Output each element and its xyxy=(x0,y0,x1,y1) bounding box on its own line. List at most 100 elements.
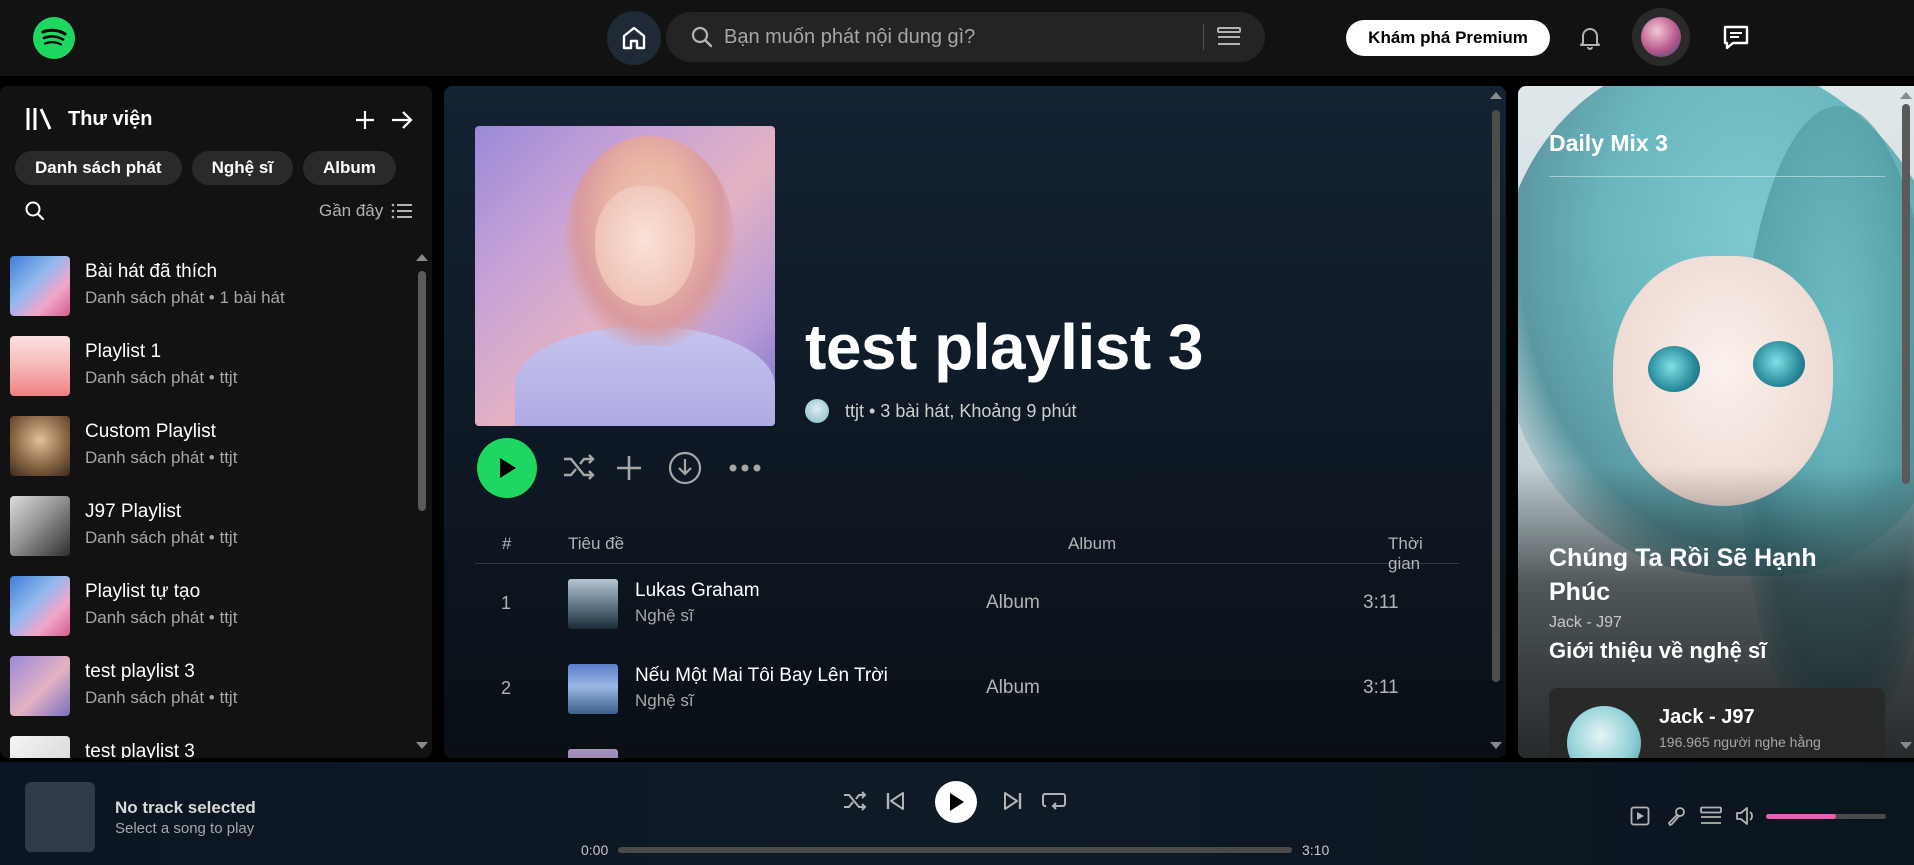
scroll-down-arrow[interactable] xyxy=(416,742,428,749)
track-artist[interactable]: Nghệ sĩ xyxy=(635,691,694,711)
library-item-name: Bài hát đã thích xyxy=(85,261,218,282)
playlist-view: test playlist 3 ttjt • 3 bài hát, Khoảng… xyxy=(444,86,1506,758)
track-artist[interactable]: Nghệ sĩ xyxy=(635,606,694,626)
time-total: 3:10 xyxy=(1302,842,1330,858)
track-album[interactable]: Album xyxy=(986,592,1040,614)
library-item-name: J97 Playlist xyxy=(85,501,182,522)
track-album[interactable]: Album xyxy=(986,677,1040,699)
library-item[interactable]: Custom Playlist Danh sách phát • ttjt xyxy=(10,416,410,496)
library-item[interactable]: test playlist 3 xyxy=(10,736,410,758)
app-window: Khám phá Premium Thư viện xyxy=(0,0,1914,865)
previous-icon[interactable] xyxy=(884,790,906,812)
panel-title[interactable]: Daily Mix 3 xyxy=(1549,130,1668,157)
track-title[interactable]: Lukas Graham xyxy=(635,580,760,602)
artist-avatar xyxy=(1567,706,1641,758)
top-bar: Khám phá Premium xyxy=(0,0,1914,76)
play-button[interactable] xyxy=(477,438,537,498)
artist-card-listeners: 196.965 người nghe hằng xyxy=(1659,734,1821,750)
explore-premium-button[interactable]: Khám phá Premium xyxy=(1346,20,1550,56)
scroll-down-arrow[interactable] xyxy=(1490,742,1502,749)
sort-label: Gần đây xyxy=(319,201,384,220)
track-number: 1 xyxy=(501,593,512,613)
artist-card-name[interactable]: Jack - J97 xyxy=(1659,706,1755,729)
playlist-cover xyxy=(10,496,70,556)
library-scrollbar[interactable] xyxy=(418,271,426,511)
search-input[interactable] xyxy=(724,20,1194,54)
panel-song-title[interactable]: Chúng Ta Rồi Sẽ Hạnh Phúc xyxy=(1549,541,1879,609)
chip-artists[interactable]: Nghệ sĩ xyxy=(191,151,293,185)
scroll-up-arrow[interactable] xyxy=(1900,92,1912,99)
library-item[interactable]: J97 Playlist Danh sách phát • ttjt xyxy=(10,496,410,576)
library-item-sub: Danh sách phát • ttjt xyxy=(85,448,238,467)
library-item-name: Custom Playlist xyxy=(85,421,216,442)
shuffle-icon[interactable] xyxy=(843,790,867,812)
track-number: 2 xyxy=(501,678,512,698)
track-row[interactable]: 1 Lukas Graham Nghệ sĩ Album 3:11 xyxy=(475,570,1459,640)
artist-art-eye xyxy=(1648,346,1700,392)
owner-avatar[interactable] xyxy=(805,399,829,423)
column-title[interactable]: Tiêu đề xyxy=(568,534,624,554)
library-item-sub: Danh sách phát • ttjt xyxy=(85,608,238,627)
track-title[interactable]: Nếu Một Mai Tôi Bay Lên Trời xyxy=(635,665,888,687)
main-scrollbar[interactable] xyxy=(1492,110,1500,682)
shuffle-icon[interactable] xyxy=(562,452,596,482)
plus-icon[interactable] xyxy=(615,454,643,482)
now-playing-subtitle: Select a song to play xyxy=(115,820,255,837)
chat-icon[interactable] xyxy=(1722,24,1750,50)
player-bar: No track selected Select a song to play xyxy=(0,762,1914,865)
volume-slider[interactable] xyxy=(1766,814,1886,819)
search-bar[interactable] xyxy=(666,12,1265,62)
search-icon[interactable] xyxy=(24,200,46,222)
track-row[interactable] xyxy=(475,740,1459,758)
panel-scrollbar[interactable] xyxy=(1902,104,1910,484)
spotify-logo-icon[interactable] xyxy=(33,17,75,59)
repeat-icon[interactable] xyxy=(1042,790,1066,812)
more-icon[interactable] xyxy=(728,463,762,473)
play-icon xyxy=(500,458,516,478)
scroll-up-arrow[interactable] xyxy=(1490,92,1502,99)
library-title: Thư viện xyxy=(68,107,153,130)
next-icon[interactable] xyxy=(1002,790,1024,812)
download-icon[interactable] xyxy=(668,451,702,485)
panel-artist[interactable]: Jack - J97 xyxy=(1549,614,1622,632)
playlist-cover-art xyxy=(475,126,775,426)
queue-icon[interactable] xyxy=(1700,806,1722,826)
library-item[interactable]: test playlist 3 Danh sách phát • ttjt xyxy=(10,656,410,736)
playlist-meta-text: ttjt • 3 bài hát, Khoảng 9 phút xyxy=(845,400,1077,421)
browse-icon[interactable] xyxy=(1216,25,1242,49)
library-filter-chips: Danh sách phát Nghệ sĩ Album xyxy=(15,151,396,185)
column-duration[interactable]: Thời gian xyxy=(1388,534,1459,574)
track-row[interactable]: 2 Nếu Một Mai Tôi Bay Lên Trời Nghệ sĩ A… xyxy=(475,655,1459,725)
library-item[interactable]: Playlist 1 Danh sách phát • ttjt xyxy=(10,336,410,416)
library-sort-button[interactable]: Gần đây xyxy=(319,201,413,221)
chip-albums[interactable]: Album xyxy=(303,151,396,185)
lyrics-icon[interactable] xyxy=(1666,806,1686,826)
playlist-cover xyxy=(10,256,70,316)
avatar-image xyxy=(1641,17,1681,57)
now-playing-title: No track selected xyxy=(115,798,256,817)
library-item-sub: Danh sách phát • ttjt xyxy=(85,528,238,547)
user-avatar[interactable] xyxy=(1632,8,1690,66)
now-playing-view-icon[interactable] xyxy=(1630,806,1650,826)
playlist-cover xyxy=(10,416,70,476)
chip-playlists[interactable]: Danh sách phát xyxy=(15,151,182,185)
arrow-right-icon[interactable] xyxy=(390,109,414,131)
home-button[interactable] xyxy=(607,11,661,65)
library-item[interactable]: Playlist tự tạo Danh sách phát • ttjt xyxy=(10,576,410,656)
playlist-meta: ttjt • 3 bài hát, Khoảng 9 phút xyxy=(805,399,1076,423)
library-item-sub: Danh sách phát • ttjt xyxy=(85,688,238,707)
library-item-name: Playlist 1 xyxy=(85,341,162,362)
artist-card[interactable]: Jack - J97 196.965 người nghe hằng xyxy=(1549,688,1885,758)
column-album[interactable]: Album xyxy=(1068,534,1116,554)
player-play-button[interactable] xyxy=(935,781,977,823)
bell-icon[interactable] xyxy=(1578,25,1602,51)
scroll-down-arrow[interactable] xyxy=(1900,742,1912,749)
library-header[interactable]: Thư viện xyxy=(24,104,153,134)
progress-bar[interactable] xyxy=(618,847,1292,853)
scroll-up-arrow[interactable] xyxy=(416,254,428,261)
search-icon xyxy=(691,26,713,48)
library-item[interactable]: Bài hát đã thích Danh sách phát • 1 bài … xyxy=(10,256,410,336)
track-thumbnail xyxy=(568,579,618,629)
volume-icon[interactable] xyxy=(1735,805,1757,827)
plus-icon[interactable] xyxy=(354,109,376,131)
